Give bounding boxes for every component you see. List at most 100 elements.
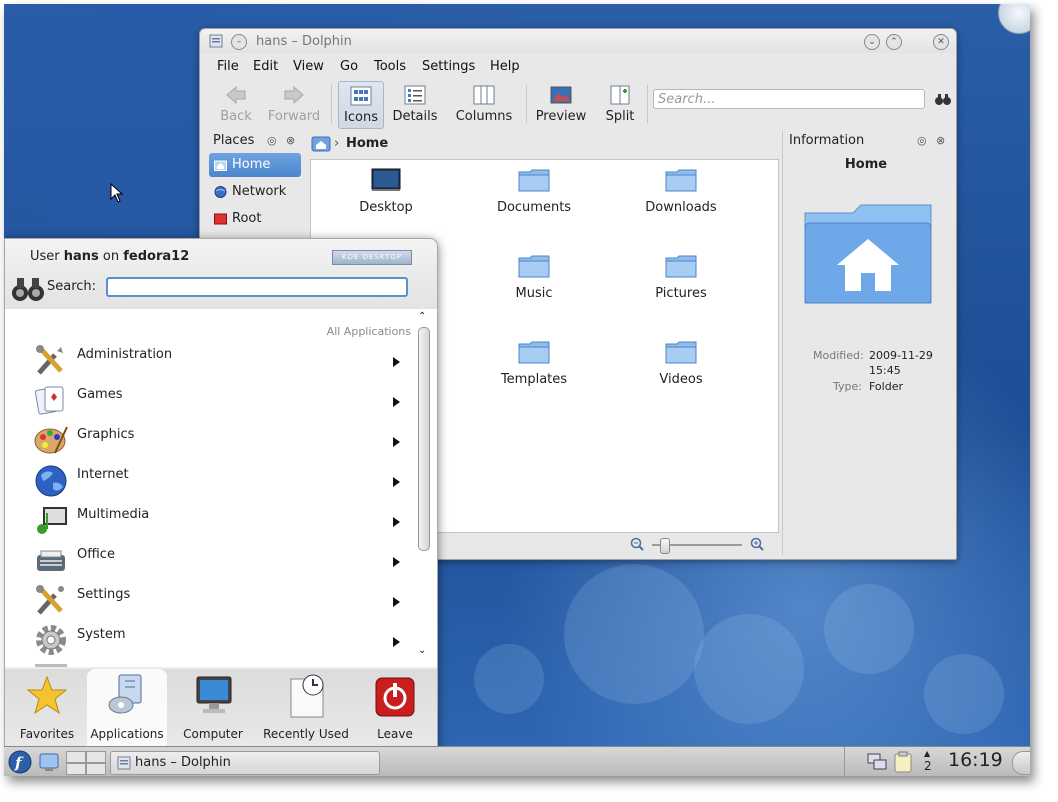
desktop-number: 2 — [924, 759, 932, 773]
pager-desktop-2[interactable] — [86, 751, 106, 763]
zoom-out-icon[interactable] — [630, 537, 644, 551]
zoom-in-icon[interactable] — [750, 537, 764, 551]
taskbar-task-dolphin[interactable]: hans – Dolphin — [110, 751, 380, 775]
menu-file[interactable]: File — [217, 59, 239, 74]
application-list-scrollbar[interactable]: ⌃ ⌄ — [416, 311, 430, 665]
window-menu-icon[interactable]: – — [231, 34, 247, 50]
home-folder-large-icon — [804, 204, 932, 304]
folder-icon — [518, 169, 550, 192]
titlebar[interactable]: – hans – Dolphin ⌄ ⌃ ✕ — [200, 29, 956, 53]
scroll-thumb[interactable] — [418, 327, 430, 551]
home-crumb-icon[interactable] — [311, 135, 331, 152]
folder-icon — [665, 169, 697, 192]
kickoff-header: User hans on fedora12 KDE DESKTOP Search… — [5, 239, 437, 309]
breadcrumb-current[interactable]: Home — [346, 136, 388, 151]
file-item-documents[interactable]: Documents — [469, 168, 599, 215]
pager-desktop-1[interactable] — [66, 751, 86, 763]
menu-settings[interactable]: Settings — [422, 59, 475, 74]
panel-float-icon[interactable]: ◎ — [267, 134, 277, 147]
icons-view-button[interactable]: Icons — [338, 81, 384, 129]
submenu-arrow-icon — [393, 517, 400, 527]
submenu-arrow-icon — [393, 357, 400, 367]
back-button[interactable]: Back — [210, 81, 262, 127]
file-item-templates[interactable]: Templates — [469, 340, 599, 387]
scroll-down-icon[interactable]: ⌄ — [418, 645, 426, 656]
file-item-desktop[interactable]: Desktop — [321, 168, 451, 215]
menu-tools[interactable]: Tools — [374, 59, 406, 74]
split-button[interactable]: Split — [598, 81, 642, 127]
category-multimedia[interactable]: Multimedia — [5, 503, 415, 543]
zoom-handle[interactable] — [660, 538, 671, 554]
minimize-icon[interactable]: ⌄ — [864, 34, 880, 50]
power-icon — [375, 677, 415, 717]
tab-leave[interactable]: Leave — [357, 669, 433, 751]
clock[interactable]: 16:19 — [948, 749, 1003, 771]
panel-float-icon[interactable]: ◎ — [917, 134, 927, 147]
window-title: hans – Dolphin — [256, 34, 352, 49]
information-title: Information — [789, 133, 865, 148]
file-item-videos[interactable]: Videos — [616, 340, 746, 387]
binoculars-icon[interactable] — [934, 92, 952, 106]
folder-icon — [665, 341, 697, 364]
pager[interactable] — [66, 751, 106, 775]
category-settings[interactable]: Settings — [5, 583, 415, 623]
details-view-button[interactable]: Details — [388, 81, 442, 127]
places-item-home[interactable]: Home — [209, 153, 301, 177]
all-applications-label: All Applications — [326, 325, 411, 338]
tab-favorites[interactable]: Favorites — [9, 669, 85, 751]
category-graphics[interactable]: Graphics — [5, 423, 415, 463]
kickoff-menu: User hans on fedora12 KDE DESKTOP Search… — [4, 238, 438, 752]
fedora-start-icon[interactable]: f — [8, 750, 32, 774]
toolbar: Back Forward Icons Details Columns Previ… — [200, 81, 956, 129]
binoculars-icon — [12, 278, 44, 301]
icons-grid-icon — [350, 86, 372, 106]
tab-recently-used[interactable]: Recently Used — [259, 669, 353, 751]
menu-help[interactable]: Help — [490, 59, 520, 74]
close-icon[interactable]: ✕ — [933, 34, 949, 50]
category-system[interactable]: System — [5, 623, 415, 663]
modified-label: Modified: — [813, 349, 864, 362]
root-folder-icon — [214, 213, 227, 225]
expand-tray-icon[interactable]: ▲ — [924, 749, 930, 758]
columns-view-button[interactable]: Columns — [450, 81, 518, 127]
tab-computer[interactable]: Computer — [171, 669, 255, 751]
dolphin-app-icon[interactable] — [209, 34, 223, 48]
pager-desktop-3[interactable] — [66, 763, 86, 775]
forward-button[interactable]: Forward — [264, 81, 324, 127]
wallpaper-bubble — [694, 614, 804, 724]
kickoff-search-input[interactable] — [106, 277, 408, 297]
menu-view[interactable]: View — [293, 59, 324, 74]
show-desktop-icon[interactable] — [38, 752, 60, 772]
search-input[interactable]: Search... — [653, 89, 925, 109]
information-panel: Information ◎ ⊗ Home Modified: 2009-11-2… — [782, 131, 949, 555]
tools-icon — [36, 345, 63, 375]
panel-toolbox-icon[interactable] — [1012, 751, 1030, 775]
pager-desktop-4[interactable] — [86, 763, 106, 775]
clipboard-icon[interactable] — [892, 751, 914, 773]
tray-separator — [844, 747, 845, 776]
category-administration[interactable]: Administration — [5, 343, 415, 383]
preview-button[interactable]: Preview — [532, 81, 590, 127]
network-status-icon[interactable] — [866, 752, 888, 772]
file-item-downloads[interactable]: Downloads — [616, 168, 746, 215]
maximize-icon[interactable]: ⌃ — [886, 34, 902, 50]
category-office[interactable]: Office — [5, 543, 415, 583]
menu-edit[interactable]: Edit — [253, 59, 278, 74]
panel-close-icon[interactable]: ⊗ — [936, 134, 945, 147]
search-label: Search: — [47, 279, 97, 294]
submenu-arrow-icon — [393, 477, 400, 487]
places-item-root[interactable]: Root — [209, 207, 301, 231]
desktop-toolbox-icon[interactable] — [998, 4, 1030, 34]
menu-go[interactable]: Go — [340, 59, 358, 74]
zoom-slider[interactable] — [630, 537, 770, 554]
tab-applications[interactable]: Applications — [87, 669, 167, 751]
places-item-network[interactable]: Network — [209, 180, 301, 204]
panel-close-icon[interactable]: ⊗ — [286, 134, 295, 147]
category-internet[interactable]: Internet — [5, 463, 415, 503]
toolbar-separator — [331, 85, 332, 123]
file-item-pictures[interactable]: Pictures — [616, 254, 746, 301]
file-item-music[interactable]: Music — [469, 254, 599, 301]
computer-monitor-icon — [196, 676, 232, 713]
category-games[interactable]: Games — [5, 383, 415, 423]
scroll-up-icon[interactable]: ⌃ — [418, 311, 426, 322]
